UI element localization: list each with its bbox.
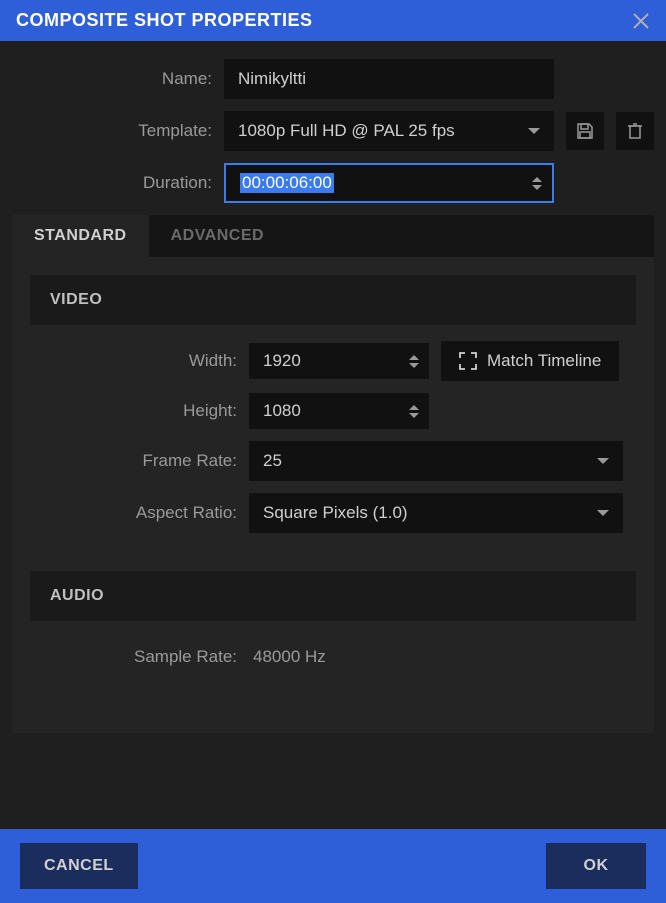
width-value: 1920 (263, 351, 301, 371)
dialog-title: COMPOSITE SHOT PROPERTIES (16, 10, 313, 31)
duration-value: 00:00:06:00 (240, 173, 334, 193)
delete-template-button[interactable] (616, 112, 654, 150)
tab-body: VIDEO Width: 1920 (12, 257, 654, 733)
ok-button[interactable]: OK (546, 843, 646, 889)
duration-input[interactable]: 00:00:06:00 (224, 163, 554, 203)
spinner-up-icon[interactable] (532, 177, 542, 182)
width-label: Width: (42, 351, 237, 371)
spinner-down-icon[interactable] (532, 185, 542, 190)
save-icon (576, 122, 594, 140)
aspect-value: Square Pixels (1.0) (263, 503, 408, 523)
framerate-select[interactable]: 25 (249, 441, 623, 481)
video-section: VIDEO Width: 1920 (30, 275, 636, 553)
match-timeline-button[interactable]: Match Timeline (441, 341, 619, 381)
tabs-header: STANDARD ADVANCED (12, 215, 654, 257)
close-icon[interactable] (632, 12, 650, 30)
samplerate-label: Sample Rate: (42, 647, 237, 667)
framerate-label: Frame Rate: (42, 451, 237, 471)
expand-icon (459, 352, 477, 370)
composite-shot-dialog: COMPOSITE SHOT PROPERTIES Name: Template… (0, 0, 666, 903)
duration-label: Duration: (12, 173, 212, 193)
spinner-up-icon[interactable] (409, 405, 419, 410)
tab-advanced[interactable]: ADVANCED (149, 215, 286, 257)
aspect-select[interactable]: Square Pixels (1.0) (249, 493, 623, 533)
dialog-content: Name: Template: 1080p Full HD @ PAL 25 f… (0, 41, 666, 829)
chevron-down-icon (528, 128, 540, 134)
tab-standard[interactable]: STANDARD (12, 215, 149, 257)
samplerate-value: 48000 Hz (249, 637, 330, 677)
trash-icon (627, 122, 643, 140)
framerate-value: 25 (263, 451, 282, 471)
name-input[interactable] (224, 59, 554, 99)
dialog-footer: CANCEL OK (0, 829, 666, 903)
audio-section: AUDIO Sample Rate: 48000 Hz (30, 571, 636, 697)
audio-header: AUDIO (30, 571, 636, 621)
chevron-down-icon (597, 458, 609, 464)
spinner-up-icon[interactable] (409, 355, 419, 360)
template-label: Template: (12, 121, 212, 141)
height-label: Height: (42, 401, 237, 421)
match-timeline-label: Match Timeline (487, 351, 601, 371)
height-input[interactable]: 1080 (249, 393, 429, 429)
titlebar: COMPOSITE SHOT PROPERTIES (0, 0, 666, 41)
aspect-label: Aspect Ratio: (42, 503, 237, 523)
tabs-container: STANDARD ADVANCED VIDEO Width: 1920 (12, 215, 654, 733)
template-select[interactable]: 1080p Full HD @ PAL 25 fps (224, 111, 554, 151)
spinner-down-icon[interactable] (409, 363, 419, 368)
name-label: Name: (12, 69, 212, 89)
cancel-button[interactable]: CANCEL (20, 843, 138, 889)
save-template-button[interactable] (566, 112, 604, 150)
video-header: VIDEO (30, 275, 636, 325)
spinner-down-icon[interactable] (409, 413, 419, 418)
template-value: 1080p Full HD @ PAL 25 fps (238, 121, 455, 141)
width-input[interactable]: 1920 (249, 343, 429, 379)
chevron-down-icon (597, 510, 609, 516)
height-value: 1080 (263, 401, 301, 421)
